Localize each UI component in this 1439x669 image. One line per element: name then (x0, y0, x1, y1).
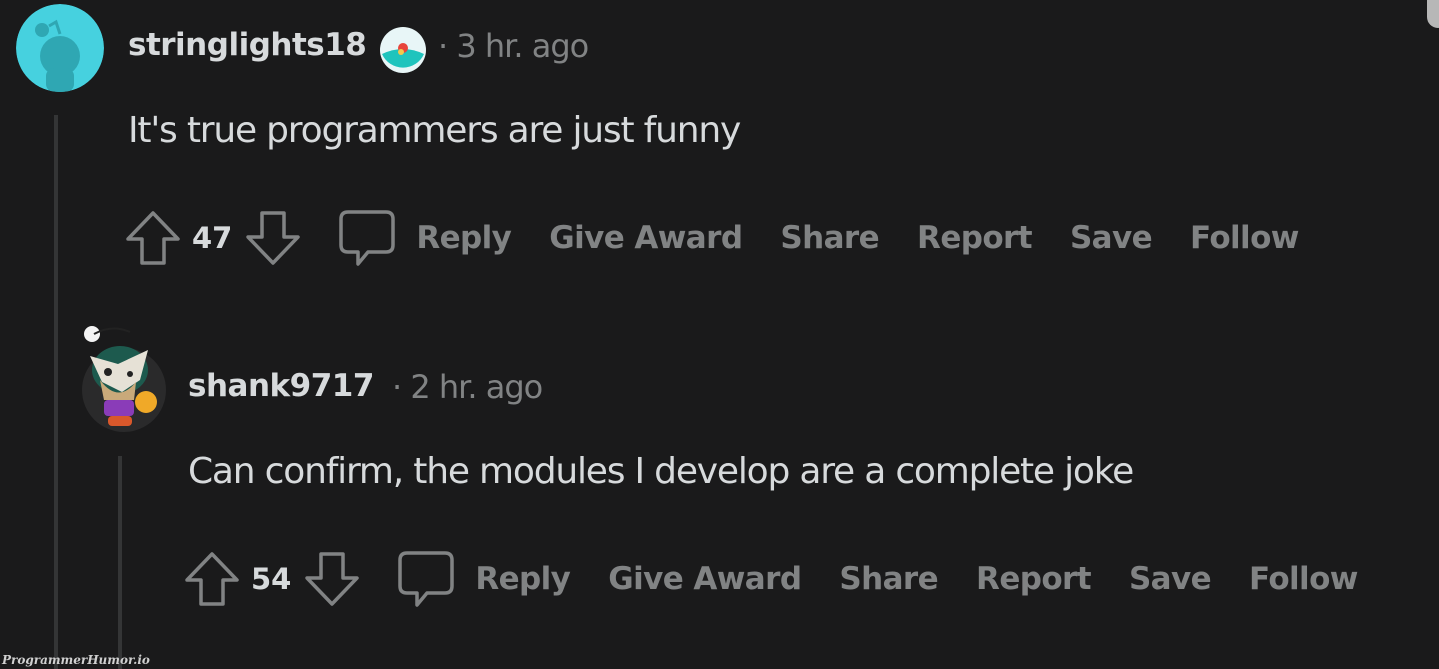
snoo-avatar-icon (16, 4, 104, 92)
upvote-button[interactable] (183, 550, 241, 608)
comment-actions: 47 Reply Give Award Share Report Save Fo… (124, 206, 1299, 270)
save-button[interactable]: Save (1129, 561, 1212, 597)
upvote-arrow-icon (126, 211, 180, 265)
downvote-arrow-icon (305, 552, 360, 606)
thread-line-comment-2[interactable] (118, 456, 122, 669)
custom-snoo-avatar-icon (82, 326, 166, 432)
reply-label[interactable]: Reply (475, 561, 571, 597)
reply-label[interactable]: Reply (416, 220, 512, 256)
downvote-button[interactable] (303, 550, 361, 608)
upvote-arrow-icon (185, 552, 239, 606)
report-button[interactable]: Report (976, 561, 1091, 597)
comment-timestamp[interactable]: · 2 hr. ago (392, 368, 543, 406)
reply-button[interactable]: Reply (395, 548, 571, 610)
downvote-arrow-icon (246, 211, 301, 265)
comment-author[interactable]: shank9717 (188, 368, 374, 404)
follow-button[interactable]: Follow (1249, 561, 1358, 597)
comment-bubble-icon (339, 210, 396, 266)
give-award-button[interactable]: Give Award (549, 220, 743, 256)
comment-body: It's true programmers are just funny (128, 110, 741, 151)
vote-count: 47 (192, 221, 233, 255)
upvote-button[interactable] (124, 209, 182, 267)
comment-timestamp[interactable]: · 3 hr. ago (438, 27, 589, 65)
thread-line-comment-1[interactable] (54, 115, 58, 669)
downvote-button[interactable] (244, 209, 302, 267)
comment-body: Can confirm, the modules I develop are a… (188, 451, 1134, 492)
comment-author[interactable]: stringlights18 (128, 27, 367, 63)
report-button[interactable]: Report (917, 220, 1032, 256)
share-button[interactable]: Share (780, 220, 879, 256)
save-button[interactable]: Save (1070, 220, 1153, 256)
watermark: ProgrammerHumor.io (2, 653, 150, 667)
give-award-button[interactable]: Give Award (608, 561, 802, 597)
comment-actions: 54 Reply Give Award Share Report Save Fo… (183, 547, 1358, 611)
comment-bubble-icon (398, 551, 455, 607)
avatar-stringlights18[interactable] (16, 4, 104, 92)
scrollbar-thumb[interactable] (1427, 0, 1439, 28)
flair-badge-icon (379, 26, 427, 74)
avatar-shank9717[interactable] (78, 320, 170, 436)
vote-count: 54 (251, 562, 292, 596)
follow-button[interactable]: Follow (1190, 220, 1299, 256)
share-button[interactable]: Share (839, 561, 938, 597)
reply-button[interactable]: Reply (336, 207, 512, 269)
